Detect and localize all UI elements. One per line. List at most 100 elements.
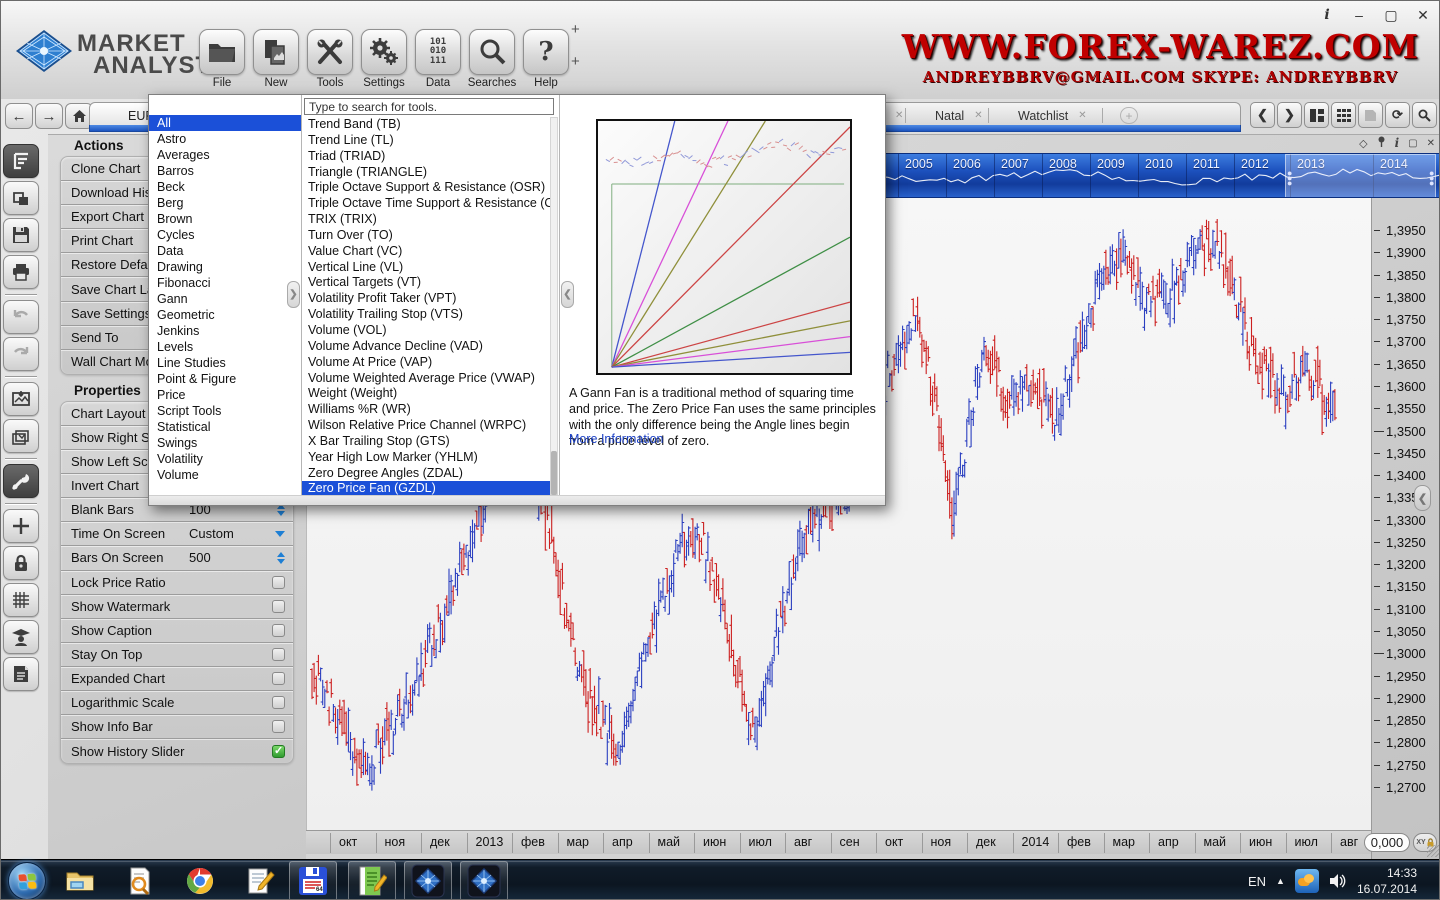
help-button[interactable]: ?Help bbox=[521, 29, 571, 89]
category-item[interactable]: Jenkins bbox=[149, 323, 301, 339]
tool-search-input[interactable] bbox=[304, 98, 554, 115]
category-item[interactable]: Line Studies bbox=[149, 355, 301, 371]
clone-button[interactable] bbox=[3, 181, 39, 215]
checkbox[interactable] bbox=[272, 600, 285, 613]
category-item[interactable]: All bbox=[149, 115, 301, 131]
maximize-icon[interactable]: ▢ bbox=[1408, 138, 1417, 149]
tool-item[interactable]: Trend Line (TL) bbox=[302, 133, 550, 149]
searches-button[interactable]: Searches bbox=[467, 29, 517, 89]
category-item[interactable]: Script Tools bbox=[149, 403, 301, 419]
category-item[interactable]: Cycles bbox=[149, 227, 301, 243]
range-right-handle[interactable]: ●●● bbox=[1429, 171, 1434, 187]
time-axis[interactable]: октноядек2013февмарапрмайиюниюлавгсенокт… bbox=[306, 830, 1371, 854]
zoom-search-button[interactable] bbox=[1412, 102, 1437, 128]
grid-button[interactable] bbox=[3, 583, 39, 617]
category-item[interactable]: Beck bbox=[149, 179, 301, 195]
layout-panes-button[interactable] bbox=[1304, 102, 1329, 128]
tray-expand-icon[interactable]: ▲ bbox=[1276, 876, 1285, 886]
chrome-icon[interactable] bbox=[185, 866, 215, 896]
info-icon[interactable]: i bbox=[1319, 7, 1335, 24]
tool-item[interactable]: Triple Octave Time Support & Resistance … bbox=[302, 196, 550, 212]
chart-tree-button[interactable] bbox=[3, 144, 39, 178]
data-button[interactable]: 101 010 111Data bbox=[413, 29, 463, 89]
tool-item[interactable]: Triangle (TRIANGLE) bbox=[302, 165, 550, 181]
checkbox[interactable] bbox=[272, 745, 285, 758]
maximize-icon[interactable]: ▢ bbox=[1383, 7, 1399, 24]
close-icon[interactable]: ✕ bbox=[974, 110, 982, 121]
category-item[interactable]: Volume bbox=[149, 467, 301, 483]
checkbox[interactable] bbox=[272, 624, 285, 637]
pin-icon[interactable] bbox=[1377, 136, 1386, 150]
training-button[interactable] bbox=[3, 620, 39, 654]
category-item[interactable]: Barros bbox=[149, 163, 301, 179]
tool-item[interactable]: X Bar Trailing Stop (GTS) bbox=[302, 434, 550, 450]
scroll-tabs-right-button[interactable]: ❯ bbox=[1277, 102, 1302, 128]
print-button[interactable] bbox=[3, 255, 39, 289]
settings-button[interactable]: Settings bbox=[359, 29, 409, 89]
tool-item[interactable]: Year High Low Marker (YHLM) bbox=[302, 450, 550, 466]
checkbox[interactable] bbox=[272, 720, 285, 733]
tools-button[interactable]: Tools bbox=[305, 29, 355, 89]
tool-item[interactable]: TRIX (TRIX) bbox=[302, 212, 550, 228]
resize-grip[interactable] bbox=[1427, 845, 1439, 857]
tool-item[interactable]: Wilson Relative Price Channel (WRPC) bbox=[302, 418, 550, 434]
property-row[interactable]: Bars On Screen500 bbox=[61, 546, 293, 570]
category-item[interactable]: Levels bbox=[149, 339, 301, 355]
tool-item[interactable]: Weight (Weight) bbox=[302, 386, 550, 402]
tool-item[interactable]: Volume (VOL) bbox=[302, 323, 550, 339]
range-left-handle[interactable]: ●●● bbox=[1287, 171, 1292, 187]
tool-item[interactable]: Volume Weighted Average Price (VWAP) bbox=[302, 371, 550, 387]
tool-item[interactable]: Vertical Targets (VT) bbox=[302, 275, 550, 291]
tool-item[interactable]: Value Chart (VC) bbox=[302, 244, 550, 260]
explorer-icon[interactable] bbox=[65, 866, 95, 896]
checkbox[interactable] bbox=[272, 696, 285, 709]
history-selected-range[interactable]: ●●● ●●● bbox=[1285, 154, 1436, 198]
tool-item[interactable]: Vertical Line (VL) bbox=[302, 260, 550, 276]
property-row[interactable]: Show History Slider bbox=[61, 739, 293, 763]
search-doc-icon[interactable] bbox=[125, 866, 155, 896]
forward-button[interactable]: → bbox=[35, 103, 63, 129]
property-row[interactable]: Show Watermark bbox=[61, 595, 293, 619]
clock[interactable]: 14:33 16.07.2014 bbox=[1357, 865, 1417, 897]
category-item[interactable]: Fibonacci bbox=[149, 275, 301, 291]
property-row[interactable]: Lock Price Ratio bbox=[61, 571, 293, 595]
undo-button[interactable] bbox=[3, 300, 39, 334]
collapse-categories-button[interactable]: ❯ bbox=[287, 281, 300, 308]
tools-scrollbar[interactable] bbox=[550, 117, 558, 495]
category-item[interactable]: Astro bbox=[149, 131, 301, 147]
category-item[interactable]: Statistical bbox=[149, 419, 301, 435]
export-image-button[interactable] bbox=[3, 382, 39, 416]
export-stack-button[interactable] bbox=[3, 419, 39, 453]
weather-icon[interactable] bbox=[1295, 869, 1319, 893]
property-row[interactable]: Expanded Chart bbox=[61, 667, 293, 691]
checkbox[interactable] bbox=[272, 576, 285, 589]
minimize-icon[interactable]: – bbox=[1351, 7, 1367, 24]
backup-64-taskbar-button[interactable]: 64 bbox=[289, 861, 337, 900]
category-item[interactable]: Point & Figure bbox=[149, 371, 301, 387]
category-item[interactable]: Drawing bbox=[149, 259, 301, 275]
price-scale[interactable]: 1,39501,39001,38501,38001,37501,37001,36… bbox=[1371, 198, 1440, 900]
category-item[interactable]: Averages bbox=[149, 147, 301, 163]
add-button[interactable] bbox=[3, 509, 39, 543]
start-button[interactable] bbox=[8, 862, 46, 900]
tool-item[interactable]: Volume Advance Decline (VAD) bbox=[302, 339, 550, 355]
dropdown-chevron-icon[interactable] bbox=[275, 531, 285, 537]
save-button[interactable] bbox=[3, 218, 39, 252]
new-button[interactable]: New bbox=[251, 29, 301, 89]
scrollbar-thumb[interactable] bbox=[551, 451, 557, 495]
category-item[interactable]: Gann bbox=[149, 291, 301, 307]
back-button[interactable]: ← bbox=[5, 103, 33, 129]
category-item[interactable]: Brown bbox=[149, 211, 301, 227]
notepad-icon[interactable] bbox=[245, 866, 275, 896]
file-button[interactable]: File bbox=[197, 29, 247, 89]
notes-green-taskbar-button[interactable] bbox=[348, 861, 396, 900]
category-item[interactable]: Volatility bbox=[149, 451, 301, 467]
property-row[interactable]: Time On ScreenCustom bbox=[61, 522, 293, 546]
layout-grid-button[interactable] bbox=[1331, 102, 1356, 128]
category-item[interactable]: Berg bbox=[149, 195, 301, 211]
property-row[interactable]: Stay On Top bbox=[61, 643, 293, 667]
tool-item[interactable]: Volatility Trailing Stop (VTS) bbox=[302, 307, 550, 323]
tool-item[interactable]: Williams %R (WR) bbox=[302, 402, 550, 418]
category-item[interactable]: Swings bbox=[149, 435, 301, 451]
tool-item[interactable]: Trend Band (TB) bbox=[302, 117, 550, 133]
